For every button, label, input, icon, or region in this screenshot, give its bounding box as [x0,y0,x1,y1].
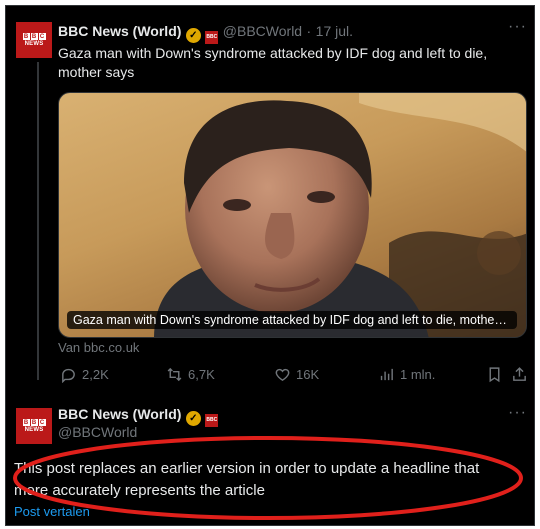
author-handle[interactable]: @BBCWorld [223,23,302,39]
heart-icon [275,368,290,382]
logo-letter: B [30,33,38,40]
bbc-logo-blocks: B B C [22,419,46,426]
bookmark-icon [489,367,500,383]
bbc-logo-blocks: B B C [22,33,46,40]
action-bar: 2,2K 6,7K 16K 1 mln. [58,366,528,386]
bbc-affiliate-badge-icon[interactable]: BBC [205,413,219,427]
logo-letter: B [22,419,30,426]
logo-letter: C [38,33,46,40]
share-button[interactable] [511,366,528,383]
verified-gold-badge-icon[interactable]: ✓ [185,411,201,426]
logo-letter: B [22,33,30,40]
share-icon [513,367,526,381]
media-caption: Gaza man with Down's syndrome attacked b… [67,311,517,329]
link-source[interactable]: Van bbc.co.uk [58,340,139,355]
post-date[interactable]: 17 jul. [316,23,353,39]
like-button[interactable]: 16K [274,366,319,383]
red-annotation-ellipse [13,436,523,520]
screenshot-frame: B B C NEWS BBC News (World) ✓ BBC @BBCWo… [5,5,535,526]
repost-icon [167,367,182,382]
view-count: 1 mln. [400,367,436,382]
views-bar-chart-icon [380,368,393,381]
logo-letter: B [30,419,38,426]
author-name[interactable]: BBC News (World) [58,23,181,39]
reply-count: 2,2K [82,367,109,382]
verified-gold-badge-icon[interactable]: ✓ [185,28,201,43]
reply-icon [62,368,75,383]
repost-count: 6,7K [188,367,215,382]
views-button[interactable]: 1 mln. [378,366,435,383]
repost-button[interactable]: 6,7K [166,366,215,383]
reply-button[interactable]: 2,2K [60,366,109,383]
bbc-news-avatar[interactable]: B B C NEWS [16,22,52,58]
logo-letter: C [38,419,46,426]
bookmark-button[interactable] [486,366,503,383]
logo-word: NEWS [24,41,44,47]
link-card-image[interactable]: Gaza man with Down's syndrome attacked b… [58,92,527,338]
separator-dot: · [306,23,312,39]
portrait-photo [154,93,526,337]
author-name[interactable]: BBC News (World) [58,406,181,422]
tweet1-text: Gaza man with Down's syndrome attacked b… [58,45,488,80]
more-dots-icon[interactable]: ··· [508,18,527,36]
thread-line [37,62,39,380]
more-dots-icon[interactable]: ··· [508,404,527,422]
tweet1-header: BBC News (World) ✓ BBC @BBCWorld · 17 ju… [58,23,353,44]
like-count: 16K [296,367,320,382]
bbc-affiliate-badge-icon[interactable]: BBC [205,30,219,44]
